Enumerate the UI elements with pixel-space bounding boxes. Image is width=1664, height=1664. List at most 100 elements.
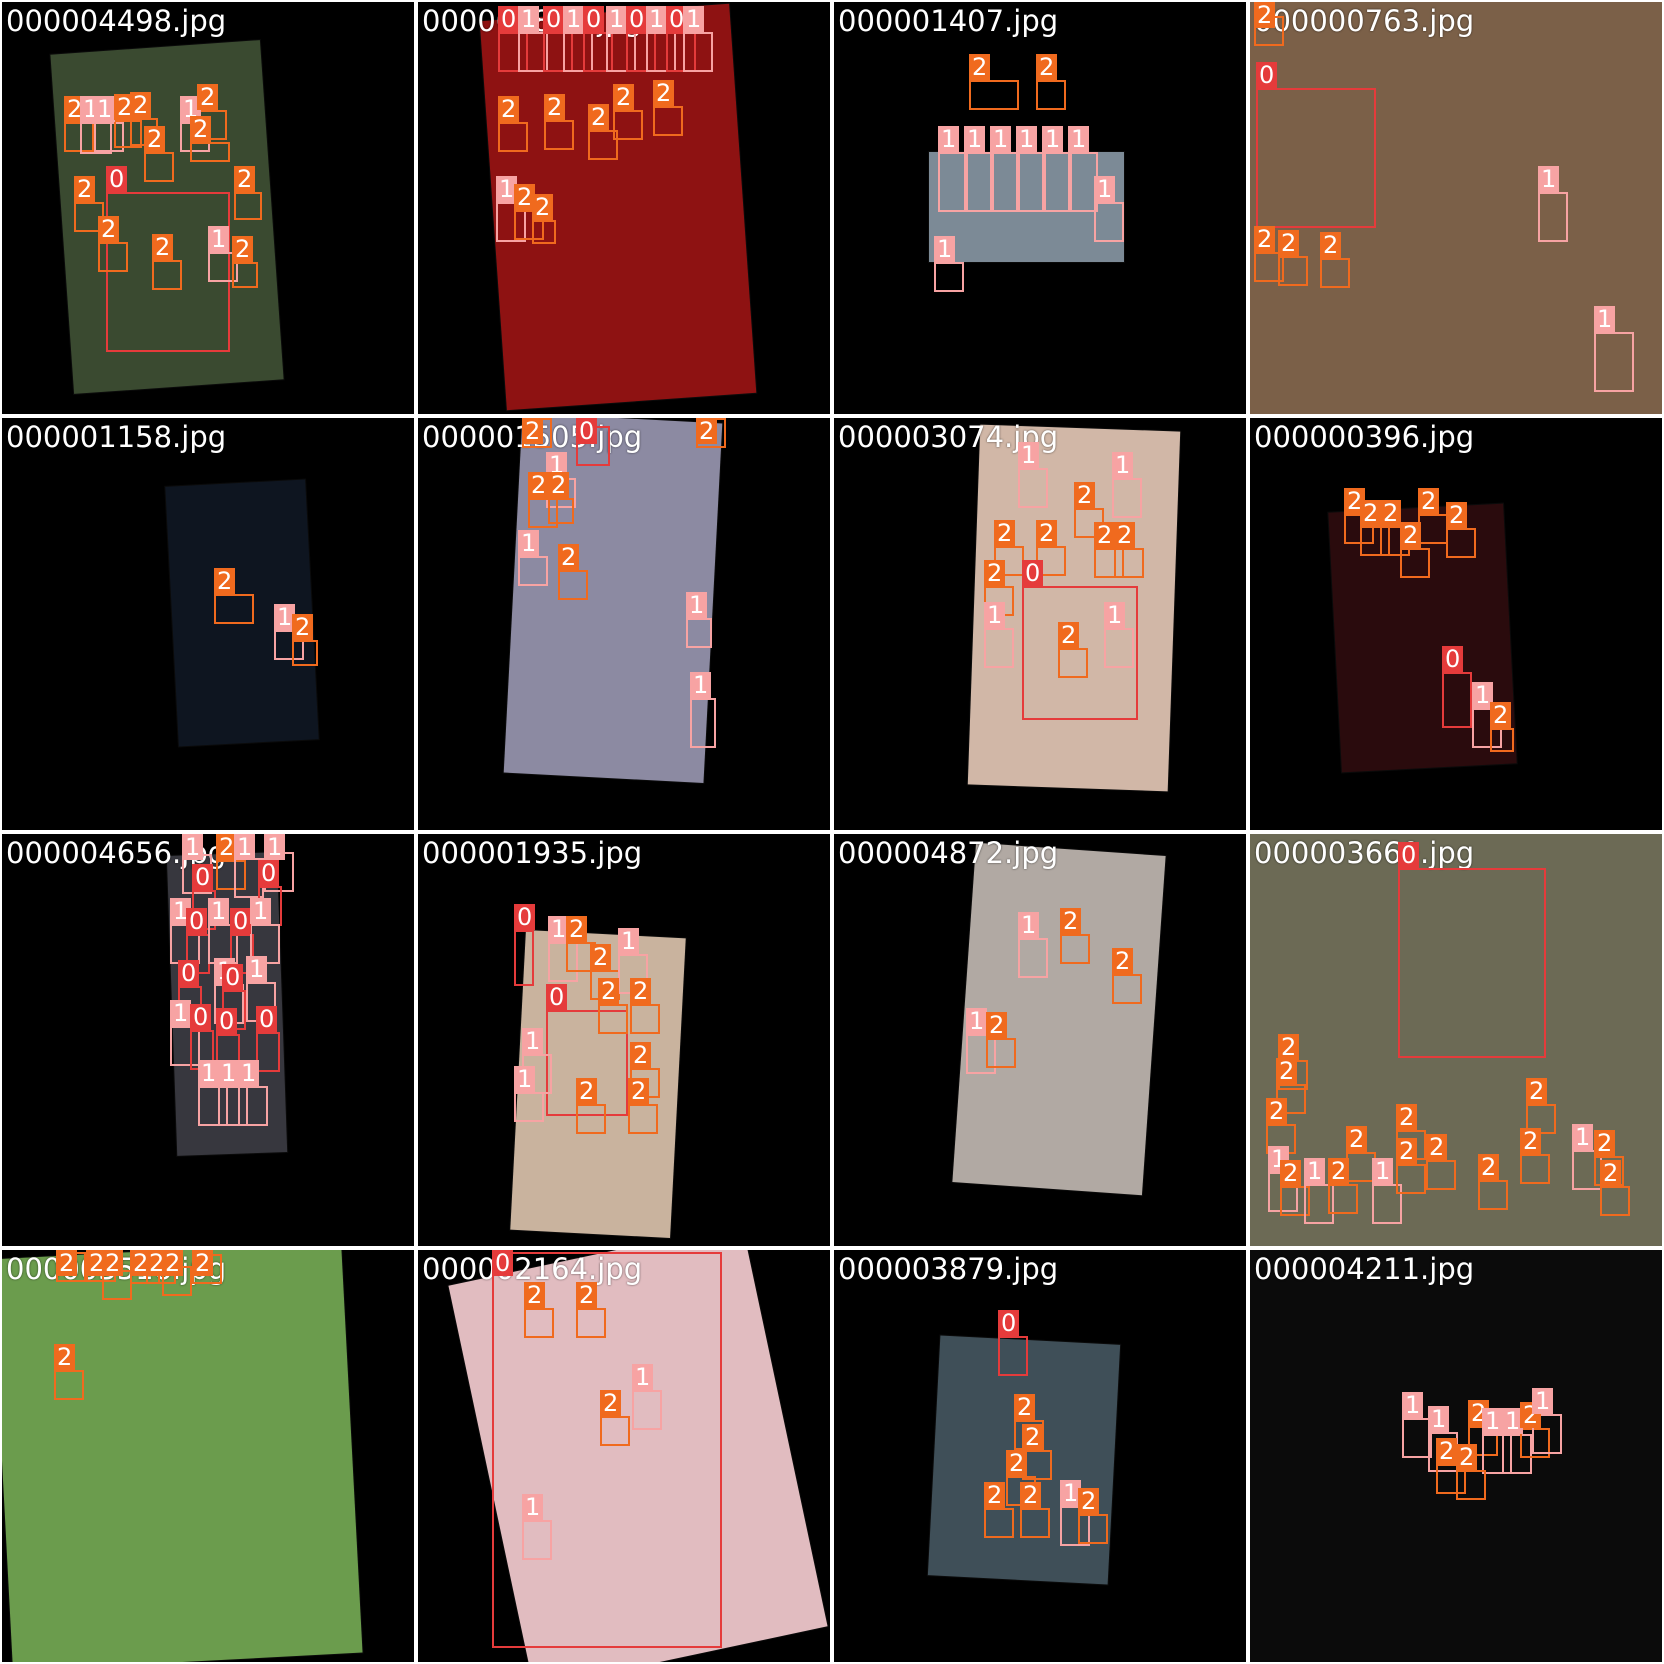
class-label: 0 [583,6,605,32]
class-label: 1 [1068,126,1090,152]
class-label: 1 [518,6,540,32]
detection-box [1020,1508,1050,1538]
detection-box [1256,88,1376,228]
tile-filename: 000001407.jpg [838,4,1059,38]
image-tile: 000003074.jpg 1 1 2 2 2 0 2 2 2 1 2 1 [834,418,1246,830]
detection-box [292,640,318,666]
detection-box [1396,1164,1426,1194]
class-label: 2 [1520,1128,1542,1154]
class-label: 1 [934,236,956,262]
class-label: 1 [632,1364,654,1390]
class-label: 1 [966,1008,988,1034]
class-label: 1 [518,530,540,556]
tile-filename: 000003879.jpg [838,1252,1059,1286]
image-tile: 000004656.jpg1211001010101011000111 [2,834,414,1246]
class-label: 0 [546,984,568,1010]
class-label: 2 [1014,1394,1036,1420]
detection-box [613,110,643,140]
detection-box [1058,648,1088,678]
class-label: 1 [964,126,986,152]
class-label: 1 [1016,126,1038,152]
class-label: 2 [192,1250,214,1276]
class-label: 1 [234,834,256,860]
detection-box [1478,1180,1508,1210]
class-label: 1 [1538,166,1560,192]
class-label: 2 [232,236,254,262]
class-label: 2 [986,1012,1008,1038]
class-label: 2 [1006,1450,1028,1476]
class-label: 2 [532,194,554,220]
image-tile: 000002164.jpg 0 2 2 1 2 1 [418,1250,830,1662]
class-label: 2 [598,978,620,1004]
image-tile: 000003879.jpg 0 2 2 2 2 2 1 2 [834,1250,1246,1662]
tile-filename: 000004211.jpg [1254,1252,1475,1286]
image-tile: 000003516.jpg22222222 [2,1250,414,1662]
class-label: 0 [190,1004,212,1030]
image-tile: 000004498.jpg 2 1 1 2 2 1 2 2 2 0 2 2 2 2 1 2 [2,2,414,414]
image-tile: 000001407.jpg 2 2 1 1 1 1 1 1 1 1 [834,2,1246,414]
class-label: 1 [984,602,1006,628]
class-label: 1 [1482,1408,1504,1434]
class-label: 2 [214,568,236,594]
detection-box [498,122,528,152]
class-label: 2 [292,614,314,640]
class-label: 2 [1094,522,1116,548]
detection-box [54,1370,84,1400]
class-label: 2 [130,92,152,118]
class-label: 2 [544,94,566,120]
detection-box [518,556,548,586]
image-tile: 000001935.jpg 0 1 2 2 1 0 2 2 1 2 1 2 2 [418,834,830,1246]
detection-box [984,1508,1014,1538]
class-label: 0 [222,964,244,990]
detection-box [98,242,128,272]
class-label: 2 [54,1344,76,1370]
class-label: 1 [182,834,204,860]
class-label: 2 [1112,948,1134,974]
class-label: 2 [1446,502,1468,528]
class-label: 1 [1018,912,1040,938]
class-label: 0 [216,1008,238,1034]
detection-box [1538,192,1568,242]
class-label: 1 [1104,602,1126,628]
class-label: 2 [162,1250,184,1276]
class-label: 1 [250,898,272,924]
detection-box [998,1336,1028,1376]
tile-filename: 000001158.jpg [6,420,227,454]
tile-filename: 000004498.jpg [6,4,227,38]
class-label: 1 [646,6,668,32]
photo-frame [2,1250,363,1662]
class-label: 2 [613,84,635,110]
class-label: 2 [1396,1104,1418,1130]
class-label: 2 [576,1078,598,1104]
class-label: 1 [522,1494,544,1520]
class-label: 2 [566,916,588,942]
class-label: 2 [588,104,610,130]
class-label: 2 [1320,232,1342,258]
class-label: 2 [1360,500,1382,526]
class-label: 1 [1094,176,1116,202]
detection-box [683,32,713,72]
class-label: 2 [1078,1488,1100,1514]
class-label: 2 [1594,1130,1616,1156]
class-label: 2 [653,80,675,106]
class-label: 2 [1036,520,1058,546]
detection-box [238,1086,268,1126]
tile-filename: 000001935.jpg [422,836,643,870]
class-label: 2 [1266,1098,1288,1124]
class-label: 2 [98,216,120,242]
class-label: 0 [576,418,598,444]
class-label: 2 [1400,522,1422,548]
detection-box [934,262,964,292]
detection-box [628,1104,658,1134]
detection-box [1094,202,1124,242]
class-label: 2 [984,560,1006,586]
class-label: 1 [683,6,705,32]
class-label: 1 [218,1060,240,1086]
class-label: 0 [1256,62,1278,88]
detection-box [234,192,262,220]
detection-box [232,262,258,288]
detection-box [1594,332,1634,392]
detection-box [1600,1186,1630,1216]
class-label: 2 [1490,702,1512,728]
class-label: 2 [1036,54,1058,80]
